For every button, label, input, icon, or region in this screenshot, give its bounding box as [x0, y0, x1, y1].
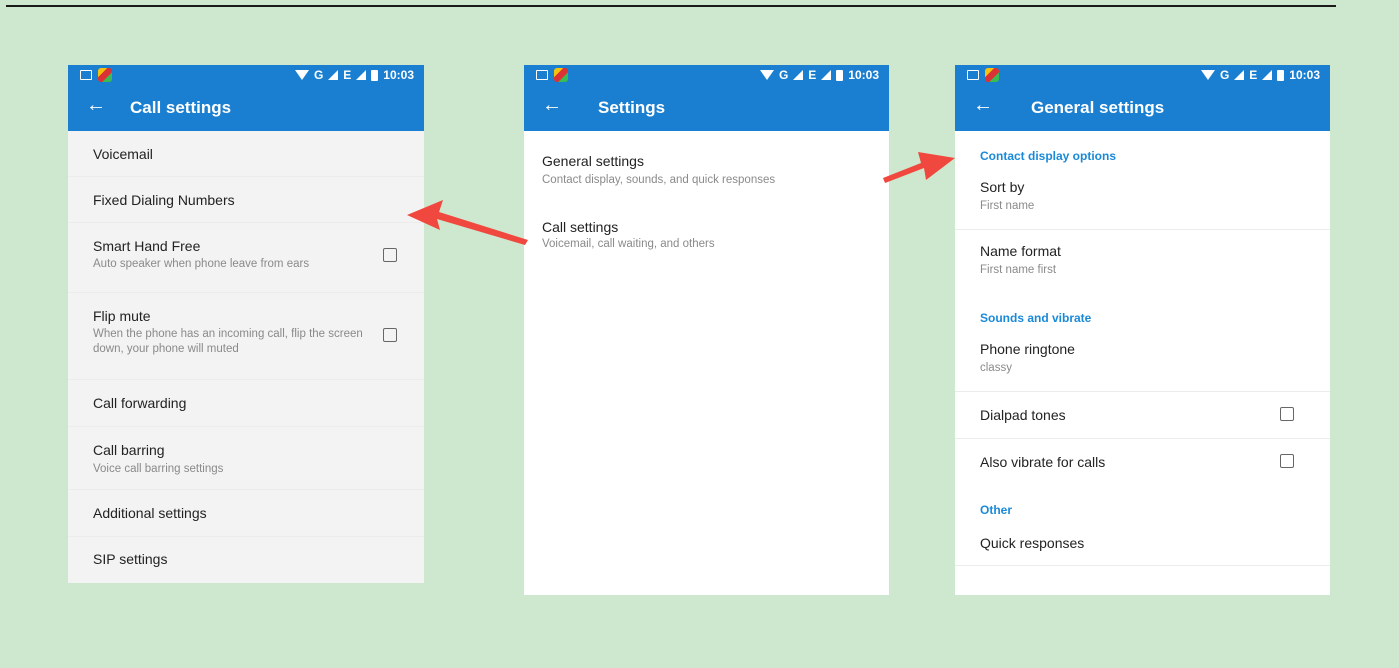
settings-screen: G E 10:03 ← Settings General settings Co…: [524, 65, 889, 595]
item-subtitle: When the phone has an incoming call, fli…: [93, 328, 363, 355]
signal-icon-2: [356, 70, 367, 80]
item-title: Additional settings: [93, 505, 207, 521]
list-item-smart-hand-free[interactable]: Smart Hand Free Auto speaker when phone …: [68, 223, 424, 293]
arrow-to-general-settings-icon: [883, 152, 955, 183]
item-title: Sort by: [980, 179, 1025, 195]
list-item-general-settings[interactable]: General settings Contact display, sounds…: [524, 131, 889, 193]
smart-hand-free-checkbox[interactable]: [383, 248, 397, 262]
battery-icon: [1277, 69, 1285, 81]
section-header-other: Other: [980, 503, 1013, 517]
item-subtitle: Auto speaker when phone leave from ears: [93, 258, 310, 270]
item-title: Also vibrate for calls: [980, 454, 1106, 470]
item-title: General settings: [542, 153, 644, 169]
item-title: SIP settings: [93, 551, 168, 567]
item-title: Dialpad tones: [980, 407, 1066, 423]
item-subtitle: Voice call barring settings: [93, 463, 224, 475]
image-notification-icon: [80, 70, 92, 80]
item-subtitle: First name: [980, 200, 1035, 212]
image-notification-icon: [536, 70, 548, 80]
settings-list: Voicemail Fixed Dialing Numbers Smart Ha…: [68, 131, 424, 583]
network-e-label: E: [1249, 68, 1258, 82]
status-time: 10:03: [383, 68, 414, 82]
status-time: 10:03: [848, 68, 879, 82]
status-bar: G E 10:03: [68, 65, 424, 85]
app-notification-icon: [554, 68, 568, 82]
signal-icon: [1234, 70, 1245, 80]
list-item-name-format[interactable]: Name format First name first: [955, 230, 1330, 290]
network-g-label: G: [778, 68, 789, 82]
item-title: Call settings: [542, 219, 619, 235]
item-title: Voicemail: [93, 146, 153, 162]
list-item-call-forwarding[interactable]: Call forwarding: [68, 380, 424, 427]
settings-list: General settings Contact display, sounds…: [524, 131, 889, 595]
app-bar: ← Call settings: [68, 85, 424, 131]
list-item-fixed-dialing[interactable]: Fixed Dialing Numbers: [68, 177, 424, 223]
list-item-sort-by[interactable]: Sort by First name: [955, 169, 1330, 230]
item-title: Flip mute: [93, 308, 151, 324]
back-arrow-icon[interactable]: ←: [973, 94, 993, 117]
item-subtitle: Contact display, sounds, and quick respo…: [542, 174, 776, 186]
signal-icon-2: [1262, 70, 1273, 80]
item-title: Name format: [980, 243, 1061, 259]
battery-icon: [836, 69, 844, 81]
item-subtitle: First name first: [980, 264, 1057, 276]
signal-icon-2: [821, 70, 832, 80]
list-item-dialpad-tones[interactable]: Dialpad tones: [955, 392, 1330, 439]
page-title: Settings: [598, 98, 666, 117]
battery-icon: [371, 69, 379, 81]
item-subtitle: Voicemail, call waiting, and others: [542, 238, 715, 250]
wifi-icon: [1200, 70, 1215, 80]
status-time: 10:03: [1289, 68, 1320, 82]
app-notification-icon: [985, 68, 999, 82]
item-title: Fixed Dialing Numbers: [93, 192, 235, 208]
also-vibrate-checkbox[interactable]: [1280, 454, 1294, 468]
list-item-phone-ringtone[interactable]: Phone ringtone classy: [955, 331, 1330, 392]
status-bar: G E 10:03: [955, 65, 1330, 85]
network-g-label: G: [313, 68, 324, 82]
app-bar: ← General settings: [955, 85, 1330, 131]
item-title: Call barring: [93, 442, 165, 458]
page-title: General settings: [1031, 98, 1165, 117]
list-item-also-vibrate[interactable]: Also vibrate for calls: [955, 439, 1330, 485]
image-notification-icon: [967, 70, 979, 80]
item-title: Call forwarding: [93, 395, 187, 411]
list-item-flip-mute[interactable]: Flip mute When the phone has an incoming…: [68, 293, 424, 380]
item-title: Quick responses: [980, 535, 1085, 551]
wifi-icon: [294, 70, 309, 80]
list-item-voicemail[interactable]: Voicemail: [68, 131, 424, 177]
arrow-to-call-settings-icon: [407, 200, 528, 245]
list-item-sip-settings[interactable]: SIP settings: [68, 537, 424, 583]
call-settings-screen: G E 10:03 ← Call settings Voicemail Fixe…: [68, 65, 424, 583]
item-title: Phone ringtone: [980, 341, 1075, 357]
status-bar: G E 10:03: [524, 65, 889, 85]
app-bar: ← Settings: [524, 85, 889, 131]
item-subtitle: classy: [980, 362, 1012, 374]
item-title: Smart Hand Free: [93, 238, 201, 254]
network-e-label: E: [808, 68, 817, 82]
list-item-call-settings[interactable]: Call settings Voicemail, call waiting, a…: [524, 197, 889, 259]
signal-icon: [793, 70, 804, 80]
top-divider: [6, 5, 1336, 7]
general-settings-screen: G E 10:03 ← General settings Contact dis…: [955, 65, 1330, 595]
section-header-contact-display: Contact display options: [980, 149, 1117, 163]
list-item-additional-settings[interactable]: Additional settings: [68, 490, 424, 537]
wifi-icon: [759, 70, 774, 80]
back-arrow-icon[interactable]: ←: [86, 94, 106, 117]
network-e-label: E: [343, 68, 352, 82]
list-item-call-barring[interactable]: Call barring Voice call barring settings: [68, 427, 424, 490]
list-item-quick-responses[interactable]: Quick responses: [955, 523, 1330, 566]
settings-list: Contact display options Sort by First na…: [955, 131, 1330, 595]
section-header-sounds-vibrate: Sounds and vibrate: [980, 311, 1092, 325]
network-g-label: G: [1219, 68, 1230, 82]
dialpad-tones-checkbox[interactable]: [1280, 407, 1294, 421]
app-notification-icon: [98, 68, 112, 82]
signal-icon: [328, 70, 339, 80]
back-arrow-icon[interactable]: ←: [542, 94, 562, 117]
flip-mute-checkbox[interactable]: [383, 328, 397, 342]
page-title: Call settings: [130, 98, 232, 117]
